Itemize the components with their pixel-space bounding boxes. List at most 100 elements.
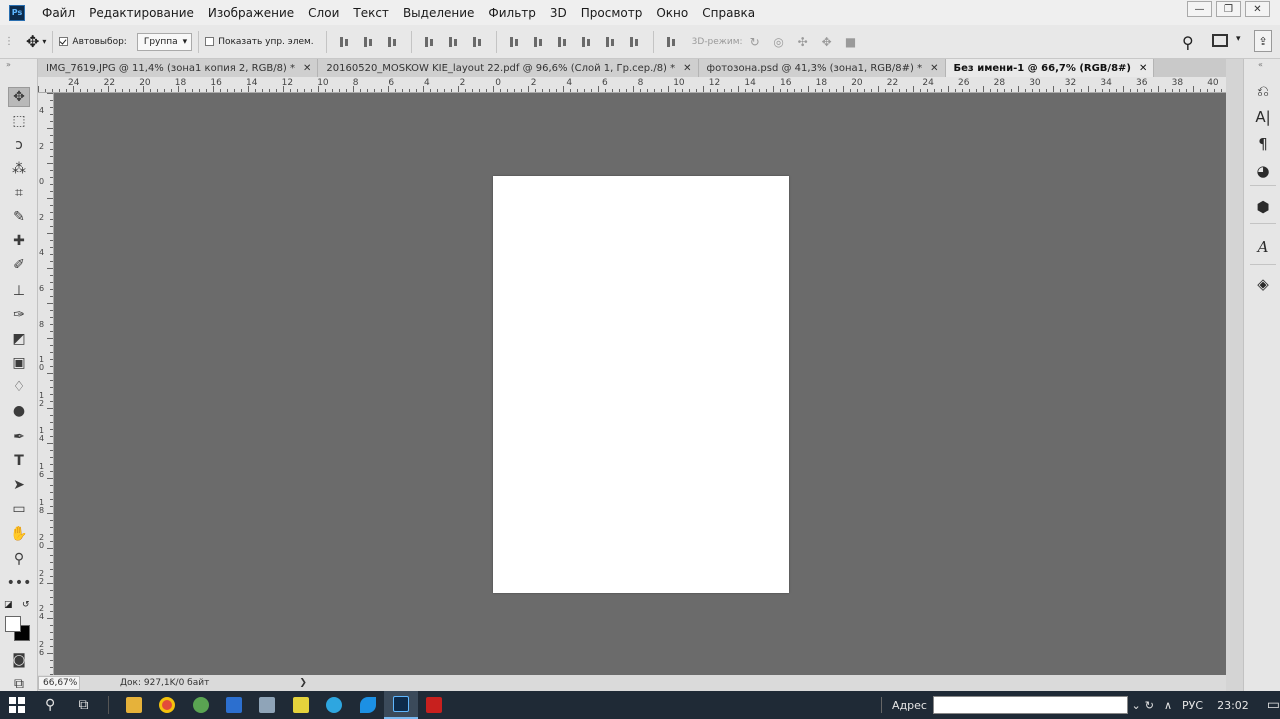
dodge-tool-icon[interactable]: ● — [8, 401, 30, 421]
more-tools-icon[interactable]: ••• — [7, 573, 32, 593]
preset-chevron-down-icon[interactable]: ▾ — [42, 37, 46, 46]
acrobat-icon[interactable] — [418, 691, 451, 719]
auto-align-layers-icon[interactable] — [665, 35, 679, 49]
properties-3d-panel-icon[interactable]: ⬢ — [1253, 197, 1273, 217]
orbit-3d-icon[interactable]: ↻ — [747, 35, 763, 49]
tab-close-icon[interactable]: ✕ — [930, 63, 938, 74]
hand-tool-icon[interactable]: ✋ — [8, 524, 30, 544]
slide-3d-icon[interactable]: ✥ — [819, 35, 835, 49]
eyedropper-tool-icon[interactable]: ✎ — [8, 207, 30, 227]
drag-3d-icon[interactable]: ✣ — [795, 35, 811, 49]
clock[interactable]: 23:02 — [1217, 699, 1249, 712]
eraser-tool-icon[interactable]: ◩ — [8, 329, 30, 349]
zoom-level-field[interactable]: 66,67% — [38, 676, 80, 690]
photoshop-taskbar-icon[interactable] — [384, 691, 418, 719]
windows-start-icon[interactable] — [0, 691, 33, 719]
menu-type[interactable]: Текст — [353, 6, 389, 20]
scale-3d-icon[interactable]: ■ — [843, 35, 859, 49]
color-panel-icon[interactable]: ◕ — [1253, 161, 1273, 181]
status-menu-arrow-icon[interactable]: ❯ — [299, 678, 307, 688]
character-panel-icon[interactable]: A| — [1253, 107, 1273, 127]
menu-layers[interactable]: Слои — [308, 6, 339, 20]
layers-panel-icon[interactable]: ◈ — [1253, 274, 1273, 294]
file-explorer-icon[interactable] — [117, 691, 150, 719]
autoselect-checkbox[interactable] — [59, 37, 69, 46]
move-tool-icon[interactable]: ✥ — [8, 87, 30, 107]
distribute-top-icon[interactable] — [508, 35, 522, 49]
quick-mask-icon[interactable]: ◙ — [8, 650, 30, 670]
healing-brush-tool-icon[interactable]: ✚ — [8, 231, 30, 251]
gradient-tool-icon[interactable]: ▣ — [8, 353, 30, 373]
clone-stamp-tool-icon[interactable]: ⊥ — [8, 281, 30, 301]
tab-untitled-1[interactable]: Без имени-1 @ 66,7% (RGB/8#) ✕ — [945, 59, 1155, 77]
menu-select[interactable]: Выделение — [403, 6, 474, 20]
type-tool-icon[interactable]: T — [8, 451, 30, 471]
chrome-icon[interactable] — [151, 691, 184, 719]
menu-edit[interactable]: Редактирование — [89, 6, 194, 20]
share-button[interactable]: ⇪ — [1254, 30, 1272, 52]
workspace-switcher-icon[interactable] — [1212, 34, 1228, 47]
foreground-color-swatch[interactable] — [5, 616, 21, 632]
align-right-icon[interactable] — [471, 35, 485, 49]
distribute-vertical-center-icon[interactable] — [532, 35, 546, 49]
address-chevron-down-icon[interactable]: ⌄ — [1132, 699, 1141, 712]
swap-colors-icon[interactable]: ↺ — [22, 600, 30, 610]
minimize-button[interactable]: — — [1187, 1, 1212, 17]
menu-window[interactable]: Окно — [656, 6, 688, 20]
address-input[interactable] — [932, 696, 1128, 714]
roll-3d-icon[interactable]: ◎ — [771, 35, 787, 49]
app-green-icon[interactable] — [184, 691, 217, 719]
tab-close-icon[interactable]: ✕ — [683, 63, 691, 74]
menu-image[interactable]: Изображение — [208, 6, 294, 20]
path-selection-tool-icon[interactable]: ➤ — [8, 475, 30, 495]
align-bottom-icon[interactable] — [386, 35, 400, 49]
app-blue-pen-icon[interactable] — [351, 691, 384, 719]
align-left-icon[interactable] — [423, 35, 437, 49]
document-canvas[interactable] — [493, 176, 789, 593]
show-controls-checkbox[interactable] — [205, 37, 215, 46]
app-blue-icon[interactable] — [217, 691, 250, 719]
crop-tool-icon[interactable]: ⌗ — [8, 183, 30, 203]
menu-file[interactable]: Файл — [42, 6, 75, 20]
move-tool-preset-icon[interactable]: ✥ — [26, 32, 39, 51]
notifications-icon[interactable]: ▭ — [1267, 697, 1280, 713]
tab-close-icon[interactable]: ✕ — [1139, 63, 1147, 74]
history-panel-icon[interactable]: ⎌ — [1253, 81, 1273, 101]
close-button[interactable]: ✕ — [1245, 1, 1270, 17]
align-vertical-center-icon[interactable] — [362, 35, 376, 49]
brush-tool-icon[interactable]: ✐ — [8, 255, 30, 275]
collapse-panel-icon[interactable]: « — [1258, 60, 1263, 69]
task-view-icon[interactable]: ⧉ — [67, 691, 100, 719]
photoshop-logo-icon[interactable]: Ps — [9, 4, 25, 21]
workspace-chevron-down-icon[interactable]: ▾ — [1236, 34, 1241, 44]
lasso-tool-icon[interactable]: ↄ — [8, 135, 30, 155]
collapse-panel-icon[interactable]: » — [6, 60, 11, 69]
restore-button[interactable]: ❐ — [1216, 1, 1241, 17]
refresh-icon[interactable]: ↻ — [1145, 699, 1154, 712]
language-indicator[interactable]: РУС — [1182, 699, 1203, 712]
align-top-icon[interactable] — [338, 35, 352, 49]
autoselect-select[interactable]: Группа ▾ — [136, 32, 193, 51]
tab-close-icon[interactable]: ✕ — [303, 63, 311, 74]
app-notes-icon[interactable] — [284, 691, 317, 719]
tab-img-7619[interactable]: IMG_7619.JPG @ 11,4% (зона1 копия 2, RGB… — [38, 59, 319, 77]
tab-fotozona[interactable]: фотозона.psd @ 41,3% (зона1, RGB/8#) * ✕ — [698, 59, 946, 77]
rectangle-tool-icon[interactable]: ▭ — [8, 499, 30, 519]
paragraph-panel-icon[interactable]: ¶ — [1253, 134, 1273, 154]
distribute-right-icon[interactable] — [628, 35, 642, 49]
align-horizontal-center-icon[interactable] — [447, 35, 461, 49]
glyphs-panel-icon[interactable]: A — [1253, 237, 1273, 257]
vertical-scrollbar[interactable] — [1226, 59, 1243, 691]
distribute-left-icon[interactable] — [580, 35, 594, 49]
search-icon[interactable]: ⚲ — [1182, 33, 1194, 52]
blur-tool-icon[interactable]: ♢ — [8, 377, 30, 397]
menu-view[interactable]: Просмотр — [581, 6, 643, 20]
telegram-icon[interactable] — [318, 691, 351, 719]
history-brush-tool-icon[interactable]: ✑ — [8, 305, 30, 325]
zoom-tool-icon[interactable]: ⚲ — [8, 549, 30, 569]
menu-filter[interactable]: Фильтр — [488, 6, 535, 20]
tray-expand-icon[interactable]: ∧ — [1164, 699, 1172, 712]
distribute-horizontal-center-icon[interactable] — [604, 35, 618, 49]
search-icon[interactable]: ⚲ — [33, 691, 66, 719]
default-colors-icon[interactable]: ◪ — [4, 600, 13, 610]
